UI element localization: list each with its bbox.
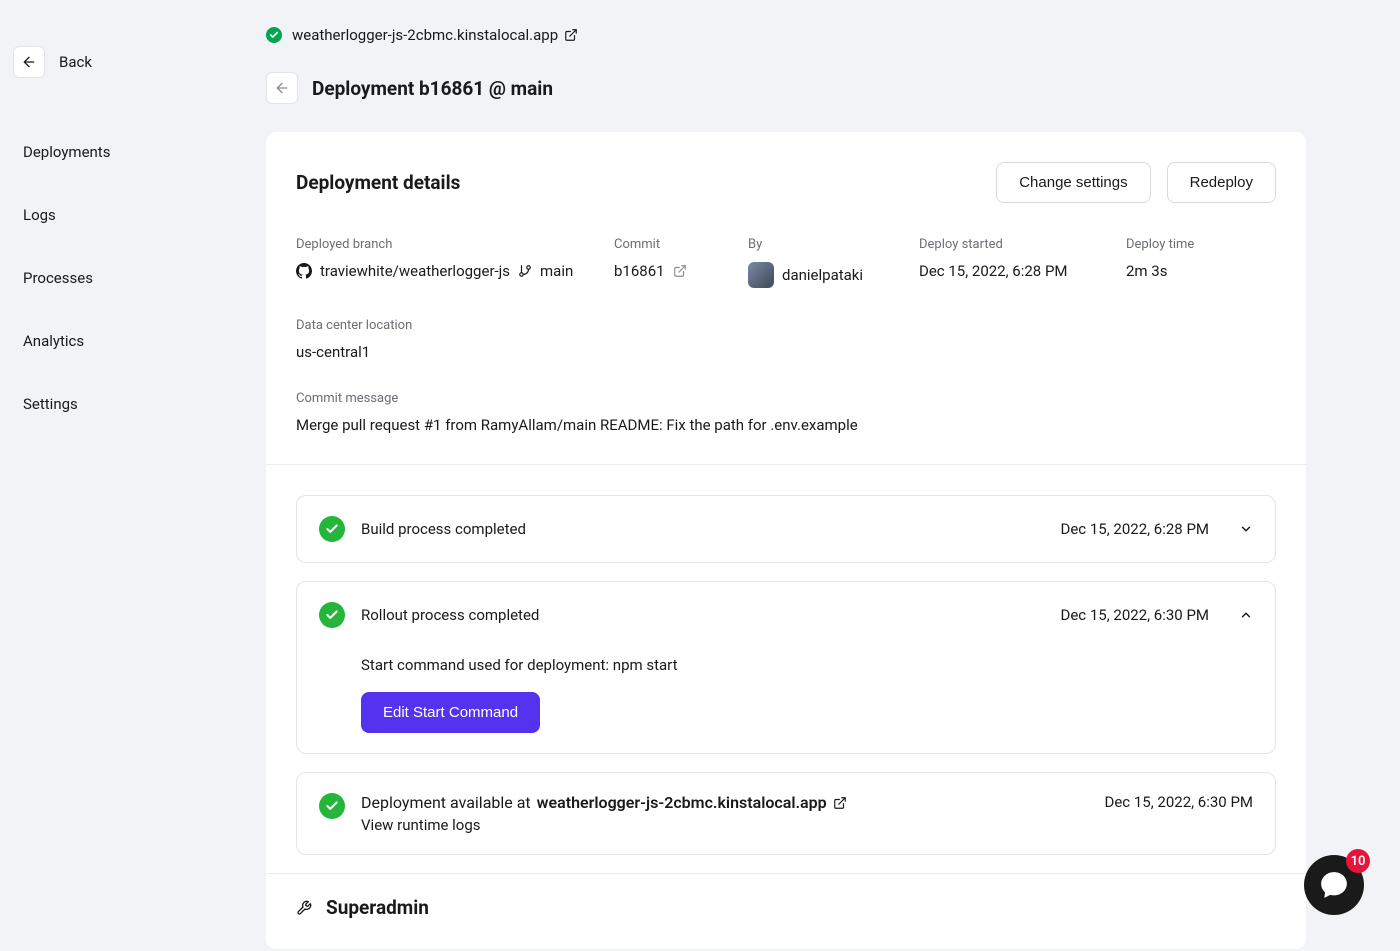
field-deployed-branch: Deployed branch traviewhite/weatherlogge…	[296, 237, 614, 288]
deploy-url[interactable]: weatherlogger-js-2cbmc.kinstalocal.app	[537, 793, 827, 812]
card-actions: Change settings Redeploy	[996, 162, 1276, 203]
field-by: By danielpataki	[748, 237, 919, 288]
field-commit: Commit b16861	[614, 237, 748, 288]
page-back-button[interactable]	[266, 72, 298, 104]
step-title: Rollout process completed	[361, 606, 1045, 624]
github-icon	[296, 263, 312, 279]
avatar	[748, 262, 774, 288]
wrench-icon	[296, 900, 312, 916]
chevron-up-icon[interactable]	[1239, 608, 1253, 622]
page-title: Deployment b16861 @ main	[312, 77, 553, 100]
commit-hash[interactable]: b16861	[614, 262, 665, 280]
chat-badge: 10	[1346, 849, 1370, 873]
label-commit: Commit	[614, 237, 748, 252]
step-rollout: Rollout process completed Dec 15, 2022, …	[296, 581, 1276, 754]
repo-name[interactable]: traviewhite/weatherlogger-js	[320, 262, 510, 280]
external-link-icon	[673, 264, 687, 278]
field-commit-msg: Commit message Merge pull request #1 fro…	[296, 391, 1276, 434]
field-deploy-started: Deploy started Dec 15, 2022, 6:28 PM	[919, 237, 1126, 288]
arrow-left-icon	[21, 54, 37, 70]
check-circle-icon	[319, 602, 345, 628]
main-content: weatherlogger-js-2cbmc.kinstalocal.app D…	[266, 0, 1400, 951]
sidebar-item-settings[interactable]: Settings	[13, 382, 266, 426]
sidebar-item-deployments[interactable]: Deployments	[13, 130, 266, 174]
label-deploy-time: Deploy time	[1126, 237, 1276, 252]
step-build[interactable]: Build process completed Dec 15, 2022, 6:…	[296, 495, 1276, 563]
divider	[266, 464, 1306, 465]
sidebar-item-processes[interactable]: Processes	[13, 256, 266, 300]
step-time: Dec 15, 2022, 6:30 PM	[1061, 606, 1210, 624]
app-url-link[interactable]: weatherlogger-js-2cbmc.kinstalocal.app	[292, 26, 578, 44]
back-button[interactable]	[13, 46, 45, 78]
arrow-left-icon	[274, 80, 290, 96]
details-grid: Deployed branch traviewhite/weatherlogge…	[296, 237, 1276, 434]
start-command-text: Start command used for deployment: npm s…	[361, 656, 1253, 674]
field-dc: Data center location us-central1	[296, 318, 1276, 361]
external-link-icon	[564, 28, 578, 42]
sidebar-item-logs[interactable]: Logs	[13, 193, 266, 237]
check-circle-icon	[319, 516, 345, 542]
status-success-icon	[266, 27, 282, 43]
sidebar-nav: Deployments Logs Processes Analytics Set…	[13, 130, 266, 445]
label-dc: Data center location	[296, 318, 1276, 333]
superadmin-row[interactable]: Superadmin	[296, 874, 1276, 949]
step-time: Dec 15, 2022, 6:28 PM	[1061, 520, 1210, 538]
sidebar-back-row[interactable]: Back	[13, 46, 266, 78]
label-commit-msg: Commit message	[296, 391, 1276, 406]
step-time: Dec 15, 2022, 6:30 PM	[1105, 793, 1254, 811]
deployment-details-card: Deployment details Change settings Redep…	[266, 132, 1306, 949]
dc-value: us-central1	[296, 343, 1276, 361]
step-body: Start command used for deployment: npm s…	[319, 628, 1253, 733]
label-deploy-started: Deploy started	[919, 237, 1126, 252]
change-settings-button[interactable]: Change settings	[996, 162, 1150, 203]
check-circle-icon	[319, 793, 345, 819]
step-deployment: Deployment available at weatherlogger-js…	[296, 772, 1276, 855]
edit-start-command-button[interactable]: Edit Start Command	[361, 692, 540, 733]
step-rollout-header[interactable]: Rollout process completed Dec 15, 2022, …	[319, 602, 1253, 628]
field-deploy-time: Deploy time 2m 3s	[1126, 237, 1276, 288]
chevron-down-icon[interactable]	[1239, 522, 1253, 536]
chat-icon	[1319, 870, 1349, 900]
external-link-icon[interactable]	[833, 796, 847, 810]
commit-msg-value: Merge pull request #1 from RamyAllam/mai…	[296, 416, 1276, 434]
superadmin-title: Superadmin	[326, 896, 429, 919]
label-deployed-branch: Deployed branch	[296, 237, 614, 252]
sidebar: Back Deployments Logs Processes Analytic…	[0, 0, 266, 951]
deploy-available-prefix: Deployment available at	[361, 793, 531, 812]
view-runtime-logs-link[interactable]: View runtime logs	[361, 816, 1089, 834]
app-url-text: weatherlogger-js-2cbmc.kinstalocal.app	[292, 26, 558, 44]
deploy-time-value: 2m 3s	[1126, 262, 1276, 280]
chat-widget[interactable]: 10	[1304, 855, 1364, 915]
by-user: danielpataki	[782, 266, 863, 284]
branch-name: main	[540, 262, 573, 280]
step-title: Build process completed	[361, 520, 1045, 538]
label-by: By	[748, 237, 919, 252]
deploy-started-value: Dec 15, 2022, 6:28 PM	[919, 262, 1126, 280]
app-url-row: weatherlogger-js-2cbmc.kinstalocal.app	[266, 26, 1306, 44]
back-label: Back	[59, 53, 92, 71]
page-title-row: Deployment b16861 @ main	[266, 72, 1306, 104]
git-branch-icon	[518, 264, 532, 278]
card-title: Deployment details	[296, 171, 460, 194]
card-header: Deployment details Change settings Redep…	[296, 162, 1276, 203]
sidebar-item-analytics[interactable]: Analytics	[13, 319, 266, 363]
redeploy-button[interactable]: Redeploy	[1167, 162, 1276, 203]
